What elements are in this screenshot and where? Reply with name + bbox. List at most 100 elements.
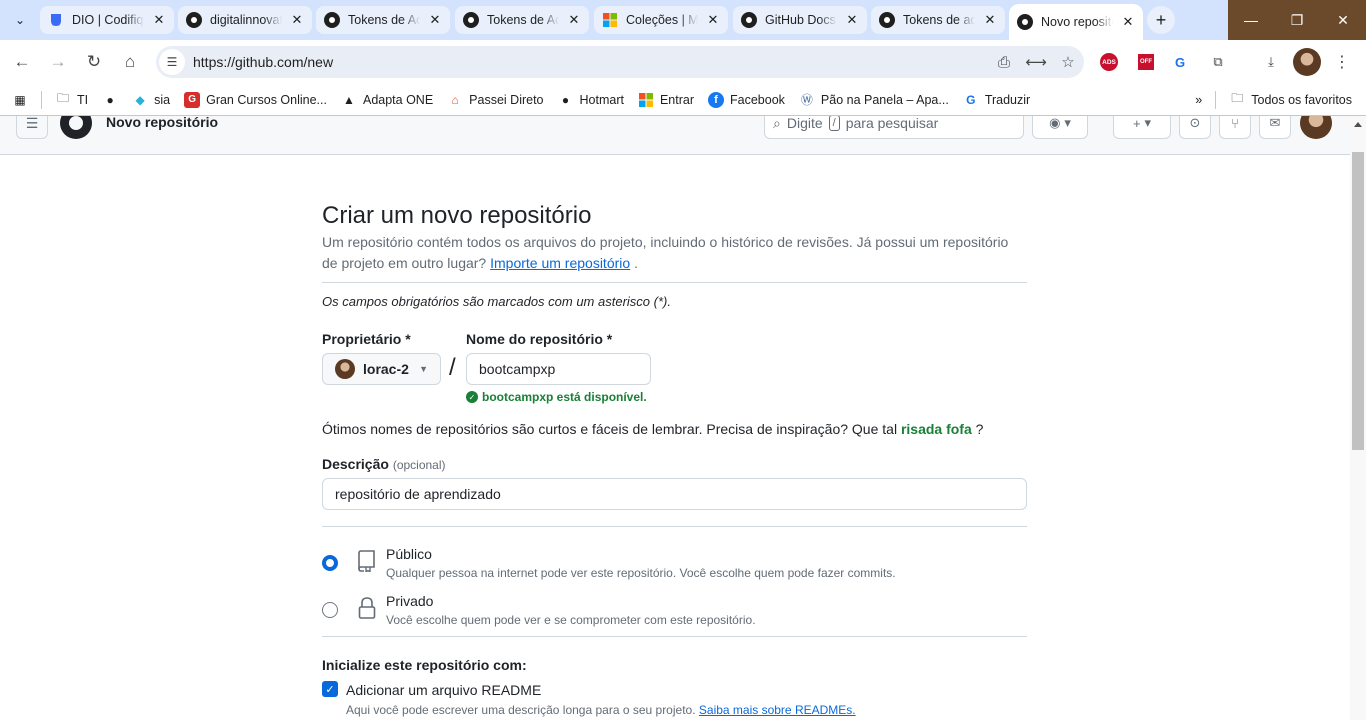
- more-bookmarks-chevron-icon[interactable]: »: [1188, 86, 1209, 114]
- address-bar[interactable]: ☰ https://github.com/new ⎙ ⟷ ☆: [156, 46, 1084, 78]
- extensions-puzzle-icon[interactable]: ⧉: [1206, 50, 1230, 74]
- user-avatar[interactable]: [1300, 116, 1332, 139]
- scrollbar-thumb[interactable]: [1352, 152, 1364, 450]
- microsoft-icon: [638, 92, 654, 108]
- bookmark-folder-ti[interactable]: 🗀 TI: [48, 86, 95, 114]
- copilot-button[interactable]: ◉ ▾: [1032, 116, 1088, 139]
- adblock-extension-icon[interactable]: ADS: [1100, 53, 1118, 71]
- google-translate-extension-icon[interactable]: G: [1168, 50, 1192, 74]
- bookmark-hotmart[interactable]: ● Hotmart: [551, 86, 631, 114]
- all-bookmarks-folder[interactable]: 🗀 Todos os favoritos: [1222, 86, 1366, 114]
- import-repo-link[interactable]: Importe um repositório: [490, 255, 630, 271]
- tip-text: Ótimos nomes de repositórios são curtos …: [322, 421, 898, 437]
- forward-button[interactable]: →: [44, 48, 72, 76]
- scroll-up-arrow-icon[interactable]: [1354, 122, 1362, 127]
- browser-tab-active[interactable]: Novo repositório ✕: [1009, 4, 1143, 40]
- browser-tab[interactable]: digitalinnovationone ✕: [178, 6, 312, 34]
- name-suggestion-link[interactable]: risada fofa: [901, 421, 972, 437]
- microsoft-icon: [602, 12, 618, 28]
- bookmark-star-icon[interactable]: ☆: [1052, 46, 1084, 78]
- issues-button[interactable]: ⊙: [1179, 116, 1211, 139]
- owner-repo-separator: /: [449, 354, 456, 381]
- close-icon[interactable]: ✕: [706, 12, 720, 28]
- search-icon: ⌕: [773, 116, 781, 131]
- bookmark-passei-direto[interactable]: ⌂ Passei Direto: [440, 86, 550, 114]
- apps-icon[interactable]: ▦: [0, 86, 35, 114]
- github-logo-icon[interactable]: [60, 116, 92, 139]
- browser-tab[interactable]: DIO | Codifique o seu futuro ✕: [40, 6, 174, 34]
- lock-icon: [356, 595, 378, 621]
- bookmark-label: TI: [77, 92, 89, 107]
- home-button[interactable]: ⌂: [116, 48, 144, 76]
- tab-title: Coleções | Microsoft: [626, 13, 698, 27]
- browser-tab[interactable]: Coleções | Microsoft ✕: [594, 6, 728, 34]
- site-info-icon[interactable]: ☰: [159, 49, 185, 75]
- chevron-down-icon: ▾: [1064, 116, 1071, 130]
- availability-text: bootcampxp está disponível.: [482, 390, 647, 404]
- close-icon[interactable]: ✕: [567, 12, 581, 28]
- repo-icon: [356, 548, 378, 574]
- description-value: repositório de aprendizado: [335, 486, 501, 502]
- bookmarks-bar: ▦ 🗀 TI ● ◆ sia G Gran Cursos Online... ▲ Ada…: [0, 84, 1366, 116]
- close-icon[interactable]: ✕: [845, 12, 859, 28]
- close-icon[interactable]: ✕: [983, 12, 997, 28]
- close-icon[interactable]: ✕: [428, 12, 442, 28]
- bookmark-label: Facebook: [730, 92, 785, 107]
- readme-label[interactable]: Adicionar um arquivo README: [346, 682, 541, 698]
- repo-name-input[interactable]: bootcampxp: [466, 353, 651, 385]
- browser-tab[interactable]: Tokens de Acesso ✕: [316, 6, 450, 34]
- readme-learn-more-link[interactable]: Saiba mais sobre READMEs.: [699, 703, 856, 717]
- back-button[interactable]: ←: [8, 48, 36, 76]
- readme-checkbox[interactable]: ✓: [322, 681, 338, 697]
- tab-title: DIO | Codifique o seu futuro: [72, 13, 144, 27]
- bookmark-pao-na-panela[interactable]: Ⓦ Pão na Panela – Apa...: [792, 86, 956, 114]
- close-window-button[interactable]: ✕: [1320, 0, 1366, 40]
- close-icon[interactable]: ✕: [290, 12, 304, 28]
- translate-page-icon[interactable]: ⟷: [1020, 46, 1052, 78]
- folder-icon: 🗀: [56, 91, 69, 105]
- inbox-icon: ✉: [1269, 116, 1281, 130]
- tab-search-button[interactable]: ⌄: [6, 6, 34, 34]
- public-radio[interactable]: [322, 555, 338, 571]
- create-new-button[interactable]: + ▾: [1113, 116, 1171, 139]
- bookmark-traduzir[interactable]: G Traduzir: [956, 86, 1037, 114]
- profile-avatar[interactable]: [1293, 48, 1321, 76]
- private-radio[interactable]: [322, 602, 338, 618]
- restore-button[interactable]: ❐: [1274, 0, 1320, 40]
- browser-tab[interactable]: Tokens de acesso ✕: [871, 6, 1005, 34]
- off-extension-icon[interactable]: OFF: [1138, 54, 1154, 70]
- github-search-input[interactable]: ⌕ Digite / para pesquisar: [764, 116, 1024, 139]
- bookmark-label: Entrar: [659, 92, 695, 107]
- bookmark-entrar[interactable]: Entrar: [631, 86, 701, 114]
- install-app-icon[interactable]: ⎙: [988, 46, 1020, 78]
- downloads-icon[interactable]: ⤓: [1259, 50, 1283, 74]
- bookmark-label: Gran Cursos Online...: [206, 92, 327, 107]
- browser-tab[interactable]: GitHub Docs ✕: [733, 6, 867, 34]
- new-tab-button[interactable]: +: [1147, 6, 1175, 34]
- menu-icon[interactable]: ☰: [16, 116, 48, 139]
- divider: [322, 526, 1027, 527]
- close-icon[interactable]: ✕: [152, 12, 166, 28]
- visibility-public-option[interactable]: Público Qualquer pessoa na internet pode…: [322, 546, 1027, 586]
- tip-end: ?: [975, 421, 984, 437]
- page-scrollbar[interactable]: [1350, 116, 1366, 720]
- browser-tab[interactable]: Tokens de Acesso ✕: [455, 6, 589, 34]
- pull-requests-button[interactable]: ⑂: [1219, 116, 1251, 139]
- bookmark-sia[interactable]: ◆ sia: [125, 86, 177, 114]
- private-description: Você escolhe quem pode ver e se comprome…: [386, 613, 756, 627]
- bookmark-adapta[interactable]: ▲ Adapta ONE: [334, 86, 440, 114]
- reload-button[interactable]: ↻: [80, 48, 108, 76]
- bookmark-globe[interactable]: ●: [95, 86, 125, 114]
- github-icon: [1017, 14, 1033, 30]
- owner-select[interactable]: lorac-2 ▼: [322, 353, 441, 385]
- description-input[interactable]: repositório de aprendizado: [322, 478, 1027, 510]
- close-icon[interactable]: ✕: [1121, 14, 1135, 30]
- bookmark-gran-cursos[interactable]: G Gran Cursos Online...: [177, 86, 334, 114]
- minimize-button[interactable]: —: [1228, 0, 1274, 40]
- more-menu-icon[interactable]: ⋮: [1330, 50, 1354, 74]
- notifications-button[interactable]: ✉: [1259, 116, 1291, 139]
- bookmark-facebook[interactable]: f Facebook: [701, 86, 792, 114]
- url-text[interactable]: https://github.com/new: [193, 54, 988, 70]
- visibility-private-option[interactable]: Privado Você escolhe quem pode ver e se …: [322, 593, 1027, 633]
- repo-name-value: bootcampxp: [479, 361, 556, 377]
